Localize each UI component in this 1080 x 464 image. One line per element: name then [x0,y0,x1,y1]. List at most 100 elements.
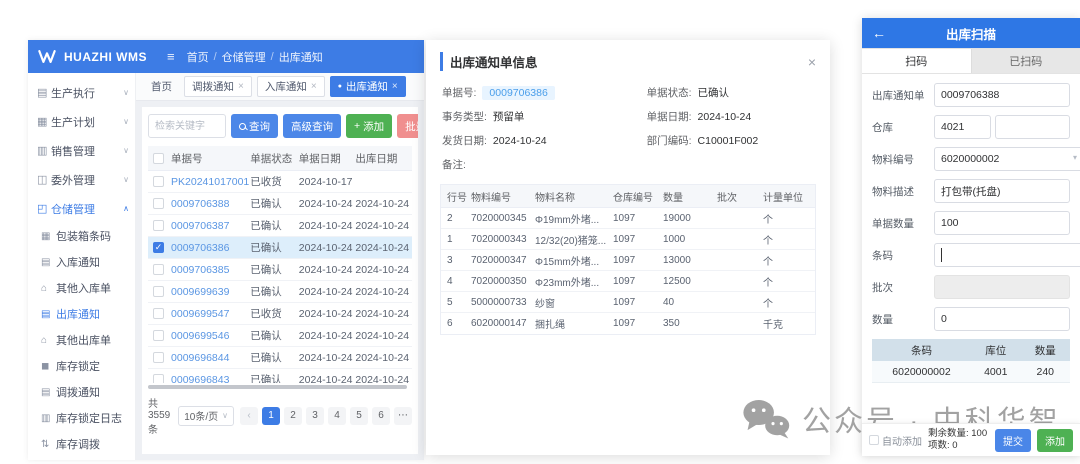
modal-info: 单据号: 0009706386 单据状态: 已确认 事务类型: 预留单 单据日期… [426,79,830,174]
main-window: HUAZHI WMS ≡ 首页 / 仓储管理 / 出库通知 ▤ 生产执行 ∨ ▦… [28,40,424,460]
doc-no-link[interactable]: 0009699547 [169,308,250,320]
sidebar-item-production-plan[interactable]: ▦ 生产计划 ∨ [28,107,135,136]
breadcrumb-warehouse[interactable]: 仓储管理 [222,49,266,65]
page-button-1[interactable]: 1 [262,407,280,425]
page-button-5[interactable]: 5 [350,407,368,425]
tab-home[interactable]: 首页 [144,77,179,96]
row-checkbox[interactable] [153,308,164,319]
table-row[interactable]: 0009699639 已确认 2024-10-24 2024-10-24 [148,281,412,303]
page-button-6[interactable]: 6 [372,407,390,425]
close-icon[interactable]: × [311,81,317,92]
row-checkbox[interactable] [153,198,164,209]
tab-inbound-notice[interactable]: 入库通知 × [257,76,325,97]
warehouse-sub-input[interactable] [995,115,1070,139]
advanced-query-button[interactable]: 高级查询 [283,114,341,138]
doc-no-link[interactable]: 0009696844 [169,352,250,364]
row-checkbox[interactable] [153,374,164,383]
row-checkbox[interactable] [153,176,164,187]
doc-no-link[interactable]: 0009696843 [169,374,250,384]
modal-table-row[interactable]: 37020000347 Φ15mm外堵...1097 13000 个 [441,250,815,271]
doc-no-link[interactable]: 0009706386 [169,242,250,254]
app-topbar: HUAZHI WMS ≡ 首页 / 仓储管理 / 出库通知 [28,40,424,73]
tab-outbound-notice[interactable]: ● 出库通知 × [330,76,406,97]
sidebar-item-stock-lock-log[interactable]: ▥ 库存锁定日志 [28,405,135,431]
material-no-select[interactable] [934,147,1080,171]
modal-table-row[interactable]: 66020000147 捆扎绳1097 350 千克 [441,313,815,334]
row-checkbox[interactable] [153,330,164,341]
modal-table-row[interactable]: 17020000343 12/32(20)猪笼...1097 1000 个 [441,229,815,250]
sales-mgmt-icon: ▥ [37,144,51,157]
sidebar-item-other-outbound[interactable]: ⌂ 其他出库单 [28,327,135,353]
menu-icon[interactable]: ≡ [167,49,175,64]
scan-table-row[interactable]: 6020000002 4001 240 [872,361,1070,383]
page-size-select[interactable]: 10条/页 ∨ [178,406,234,426]
doc-no-link[interactable]: 0009706388 [169,198,250,210]
horizontal-scrollbar[interactable] [148,385,407,389]
close-icon[interactable]: × [392,81,398,92]
sidebar-item-transfer-notice[interactable]: ▤ 调拨通知 [28,379,135,405]
tab-scan[interactable]: 扫码 [862,49,971,73]
back-arrow-icon[interactable]: ← [872,25,886,41]
modal-table-row[interactable]: 55000000733 纱窗1097 40 个 [441,292,815,313]
sidebar-item-stock-transfer[interactable]: ⇅ 库存调拨 [28,431,135,457]
modal-table-row[interactable]: 47020000350 Φ23mm外堵...1097 12500 个 [441,271,815,292]
close-icon[interactable]: × [238,81,244,92]
table-row[interactable]: 0009706385 已确认 2024-10-24 2024-10-24 [148,259,412,281]
sidebar-item-outbound-notice[interactable]: ▤ 出库通知 [28,301,135,327]
notice-no-input[interactable] [934,83,1070,107]
warehouse-mgmt-icon: ◰ [37,202,51,215]
doc-no-link[interactable]: 0009699639 [169,286,250,298]
sidebar-item-inbound-notice[interactable]: ▤ 入库通知 [28,249,135,275]
table-row[interactable]: PK20241017001 已收货 2024-10-17 [148,171,412,193]
qty-input[interactable] [934,307,1070,331]
sidebar-item-warehouse-mgmt[interactable]: ◰ 仓储管理 ∧ [28,194,135,223]
chevron-down-icon: ∨ [123,175,129,184]
warehouse-input[interactable] [934,115,991,139]
sidebar-item-production-exec[interactable]: ▤ 生产执行 ∨ [28,78,135,107]
table-row[interactable]: 0009706387 已确认 2024-10-24 2024-10-24 [148,215,412,237]
add-button[interactable]: + 添加 [346,114,392,138]
page-button-3[interactable]: 3 [306,407,324,425]
breadcrumb-home[interactable]: 首页 [187,49,209,65]
row-checkbox[interactable] [153,264,164,275]
table-row-selected[interactable]: ✓ 0009706386 已确认 2024-10-24 2024-10-24 [148,237,412,259]
row-checkbox-checked[interactable]: ✓ [153,242,164,253]
prev-page-button[interactable]: ‹ [240,407,258,425]
doc-no-link[interactable]: 0009699546 [169,330,250,342]
close-icon[interactable]: × [808,55,816,69]
sidebar-item-other-inbound[interactable]: ⌂ 其他入库单 [28,275,135,301]
page-button-2[interactable]: 2 [284,407,302,425]
sidebar-item-outsourcing-mgmt[interactable]: ◫ 委外管理 ∨ [28,165,135,194]
tab-scanned[interactable]: 已扫码 [971,49,1080,73]
tab-transfer-notice[interactable]: 调拨通知 × [184,76,252,97]
checkbox-icon[interactable] [869,435,879,445]
row-checkbox[interactable] [153,286,164,297]
select-all-checkbox[interactable] [153,153,164,164]
outbound-notice-icon: ▤ [41,309,56,320]
search-input[interactable] [148,114,226,138]
table-row[interactable]: 0009696844 已确认 2024-10-24 2024-10-24 [148,347,412,369]
table-row[interactable]: 0009699547 已收货 2024-10-24 2024-10-24 [148,303,412,325]
submit-button[interactable]: 提交 [995,429,1031,452]
add-scan-button[interactable]: 添加 [1037,429,1073,452]
query-button[interactable]: 查询 [231,114,278,138]
sidebar-item-stock-lock[interactable]: ◼ 库存锁定 [28,353,135,379]
doc-qty-input[interactable] [934,211,1070,235]
material-desc-input[interactable] [934,179,1070,203]
table-row[interactable]: 0009706388 已确认 2024-10-24 2024-10-24 [148,193,412,215]
modal-table-row[interactable]: 27020000345 Φ19mm外堵...1097 19000 个 [441,208,815,229]
sidebar-item-sales-mgmt[interactable]: ▥ 销售管理 ∨ [28,136,135,165]
table-row[interactable]: 0009696843 已确认 2024-10-24 2024-10-24 [148,369,412,383]
sidebar-item-packing-box-barcode[interactable]: ▦ 包装箱条码 [28,223,135,249]
auto-add-checkbox[interactable]: 自动添加 [869,433,922,448]
barcode-input[interactable] [934,243,1080,267]
doc-no-link[interactable]: 0009706385 [169,264,250,276]
doc-no-link[interactable]: PK20241017001 [169,176,250,188]
doc-no-link[interactable]: 0009706387 [169,220,250,232]
batch-delete-button[interactable]: 批量删除 [397,114,418,138]
row-checkbox[interactable] [153,352,164,363]
row-checkbox[interactable] [153,220,164,231]
table-row[interactable]: 0009699546 已确认 2024-10-24 2024-10-24 [148,325,412,347]
more-pages-button[interactable]: ⋯ [394,407,412,425]
page-button-4[interactable]: 4 [328,407,346,425]
